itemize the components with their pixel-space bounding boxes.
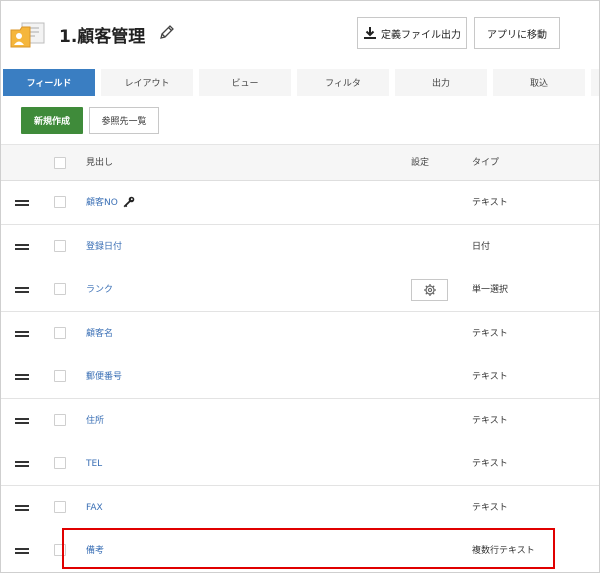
tab-view[interactable]: ビュー (199, 69, 291, 96)
new-field-button[interactable]: 新規作成 (21, 107, 83, 134)
page-title: 1.顧客管理 (59, 27, 146, 47)
go-to-app-label: アプリに移動 (487, 29, 547, 41)
app-folder-icon (10, 22, 45, 48)
field-type: テキスト (472, 198, 508, 208)
column-header-settings: 設定 (411, 158, 430, 168)
row-checkbox[interactable] (54, 240, 66, 252)
field-name-link[interactable]: 郵便番号 (86, 355, 122, 399)
go-to-app-button[interactable]: アプリに移動 (474, 17, 560, 49)
field-type: 日付 (472, 242, 491, 252)
drag-handle-icon[interactable] (15, 200, 29, 206)
new-field-label: 新規作成 (33, 117, 70, 127)
tab-filter[interactable]: フィルタ (297, 69, 389, 96)
tab-output[interactable]: 出力 (395, 69, 487, 96)
reference-list-label: 参照先一覧 (101, 117, 147, 127)
app-header: 1.顧客管理 定義ファイル出力 アプリに移動 (1, 1, 599, 69)
drag-handle-icon[interactable] (15, 374, 29, 380)
row-checkbox[interactable] (54, 327, 66, 339)
row-checkbox[interactable] (54, 414, 66, 426)
tab-fields-label: フィールド (26, 79, 72, 89)
field-name-link[interactable]: 備考 (86, 529, 104, 572)
tab-import-label: 取込 (529, 79, 548, 89)
field-type: テキスト (472, 416, 508, 426)
table-row: 顧客名 テキスト (1, 312, 599, 356)
tab-fields[interactable]: フィールド (3, 69, 95, 96)
tab-layout-label: レイアウト (124, 79, 170, 89)
row-checkbox[interactable] (54, 196, 66, 208)
row-checkbox[interactable] (54, 370, 66, 382)
field-type: テキスト (472, 329, 508, 339)
column-header-name: 見出し (86, 158, 114, 168)
field-name-link[interactable]: 住所 (86, 399, 104, 443)
tab-layout[interactable]: レイアウト (101, 69, 193, 96)
field-type: テキスト (472, 459, 508, 469)
table-row: 顧客NO テキスト (1, 181, 599, 225)
field-type: テキスト (472, 372, 508, 382)
field-name-link[interactable]: 登録日付 (86, 225, 122, 269)
tab-overflow (591, 69, 599, 96)
row-checkbox[interactable] (54, 283, 66, 295)
field-type: テキスト (472, 503, 508, 513)
settings-tabs: フィールド レイアウト ビュー フィルタ 出力 取込 (1, 69, 599, 98)
drag-handle-icon[interactable] (15, 287, 29, 293)
gear-icon (423, 284, 436, 296)
edit-pencil-icon[interactable] (158, 23, 176, 41)
table-row: 備考 複数行テキスト (1, 529, 599, 572)
drag-handle-icon[interactable] (15, 418, 29, 424)
table-row: 郵便番号 テキスト (1, 355, 599, 399)
field-settings-button[interactable] (411, 279, 448, 301)
reference-list-button[interactable]: 参照先一覧 (89, 107, 159, 134)
table-row: 住所 テキスト (1, 399, 599, 443)
row-checkbox[interactable] (54, 457, 66, 469)
drag-handle-icon[interactable] (15, 548, 29, 554)
field-type: 複数行テキスト (472, 546, 535, 556)
tab-filter-label: フィルタ (325, 79, 361, 89)
table-row: 登録日付 日付 (1, 225, 599, 269)
field-name-link[interactable]: TEL (86, 442, 102, 486)
tab-view-label: ビュー (231, 79, 259, 89)
column-header-type: タイプ (472, 158, 500, 168)
field-name-link[interactable]: 顧客名 (86, 312, 113, 356)
field-name-link[interactable]: 顧客NO (86, 181, 118, 225)
download-icon (364, 27, 376, 39)
export-definition-button[interactable]: 定義ファイル出力 (357, 17, 467, 49)
drag-handle-icon[interactable] (15, 505, 29, 511)
field-name-link[interactable]: ランク (86, 268, 113, 312)
tab-import[interactable]: 取込 (493, 69, 585, 96)
app-window: 1.顧客管理 定義ファイル出力 アプリに移動 フィールド レイアウト ビュー フ… (0, 0, 600, 573)
drag-handle-icon[interactable] (15, 461, 29, 467)
tab-output-label: 出力 (431, 79, 450, 89)
drag-handle-icon[interactable] (15, 244, 29, 250)
select-all-checkbox[interactable] (54, 157, 66, 169)
row-checkbox[interactable] (54, 501, 66, 513)
key-icon (123, 196, 135, 208)
field-name-link[interactable]: FAX (86, 486, 103, 530)
row-checkbox[interactable] (54, 544, 66, 556)
export-definition-label: 定義ファイル出力 (381, 29, 461, 41)
table-row: TEL テキスト (1, 442, 599, 486)
table-row: ランク 単一選択 (1, 268, 599, 312)
drag-handle-icon[interactable] (15, 331, 29, 337)
table-row: FAX テキスト (1, 486, 599, 530)
field-table-header: 見出し 設定 タイプ (1, 144, 599, 181)
field-type: 単一選択 (472, 285, 509, 295)
